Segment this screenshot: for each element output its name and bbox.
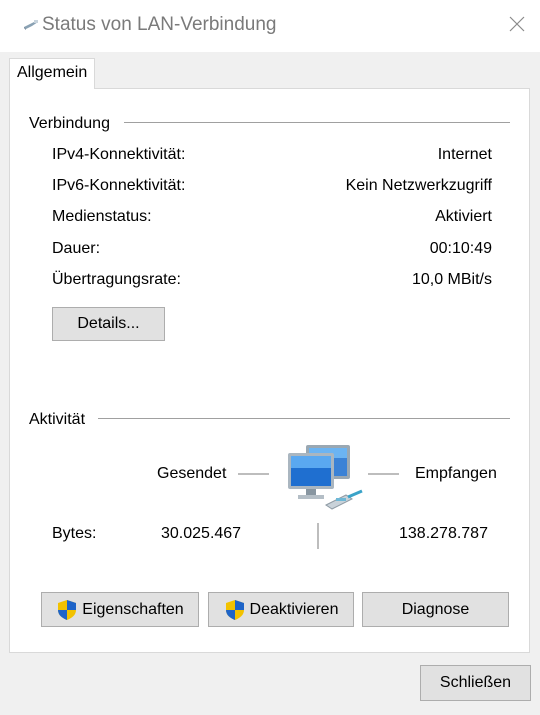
speed-value: 10,0 MBit/s (411, 271, 492, 288)
received-dash (368, 473, 399, 475)
deactivate-button-label: Deaktivieren (249, 600, 339, 618)
received-label: Empfangen (415, 465, 497, 482)
media-status-label: Medienstatus: (52, 208, 152, 225)
tab-panel (9, 88, 530, 653)
uac-shield-icon (56, 599, 78, 621)
connection-group-divider (124, 122, 510, 123)
close-button[interactable]: Schließen (420, 665, 531, 701)
duration-label: Dauer: (52, 240, 101, 257)
media-status-value: Aktiviert (435, 208, 492, 225)
close-icon (509, 16, 525, 37)
properties-button-label: Eigenschaften (82, 600, 184, 618)
sent-dash (238, 473, 269, 475)
properties-button[interactable]: Eigenschaften (41, 592, 199, 627)
sent-label: Gesendet (157, 465, 227, 482)
tab-allgemein[interactable]: Allgemein (9, 58, 95, 89)
ipv6-value: Kein Netzwerkzugriff (345, 177, 492, 194)
duration-value: 00:10:49 (429, 240, 492, 257)
bytes-label: Bytes: (52, 525, 97, 542)
ipv4-label: IPv4-Konnektivität: (52, 146, 186, 163)
lan-status-window: Status von LAN-Verbindung Allgemein Verb… (0, 0, 540, 715)
deactivate-button[interactable]: Deaktivieren (208, 592, 354, 627)
details-button[interactable]: Details... (52, 307, 165, 341)
connection-group-title: Verbindung (29, 115, 110, 133)
uac-shield-icon (224, 599, 246, 621)
network-connection-icon (22, 16, 40, 34)
close-window-button[interactable] (494, 0, 540, 52)
diagnose-button[interactable]: Diagnose (362, 592, 509, 627)
activity-group-title: Aktivität (29, 411, 86, 429)
bytes-received-value: 138.278.787 (399, 525, 488, 542)
ipv6-label: IPv6-Konnektivität: (52, 177, 186, 194)
activity-group-divider (98, 418, 510, 419)
bytes-sent-value: 30.025.467 (161, 525, 242, 542)
speed-label: Übertragungsrate: (52, 271, 181, 288)
window-title: Status von LAN-Verbindung (42, 14, 277, 35)
title-bar: Status von LAN-Verbindung (0, 0, 540, 52)
ipv4-value: Internet (437, 146, 492, 163)
bytes-separator (317, 523, 319, 549)
network-computers-icon (286, 443, 376, 519)
